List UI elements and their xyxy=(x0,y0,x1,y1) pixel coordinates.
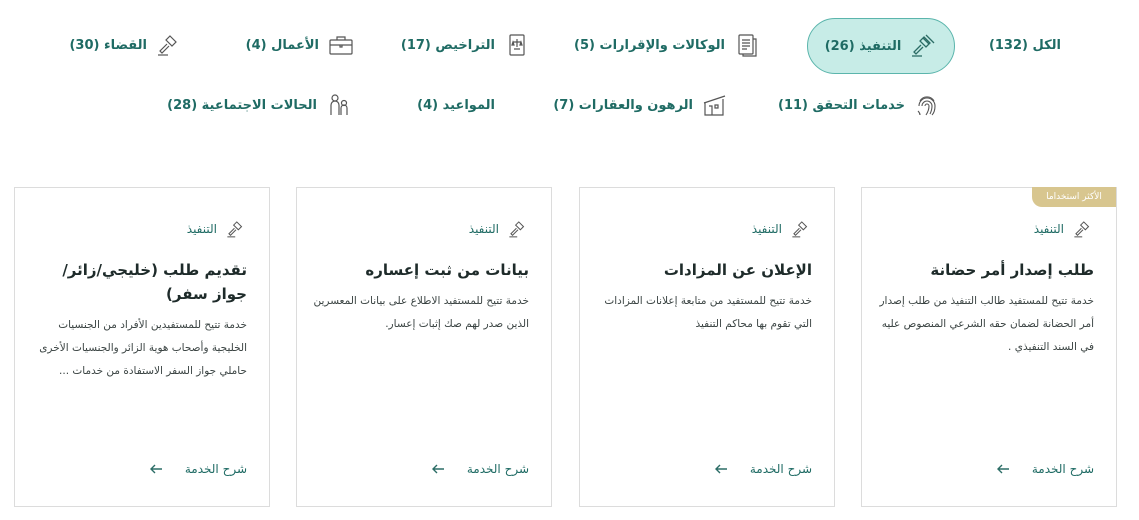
card-category-label: التنفيذ xyxy=(751,222,782,236)
filter-label: الكل (132) xyxy=(988,37,1061,53)
service-details-link[interactable]: شرح الخدمة xyxy=(996,462,1094,476)
filter-label: خدمات التحقق (11) xyxy=(778,97,905,113)
card-title: طلب إصدار أمر حضانة xyxy=(930,261,1094,279)
gavel-icon xyxy=(227,221,243,238)
fingerprint-icon xyxy=(913,91,941,119)
gavel-icon xyxy=(909,32,937,60)
filter-verification[interactable]: خدمات التحقق (11) xyxy=(778,78,941,132)
filter-agencies[interactable]: الوكالات والإقرارات (5) xyxy=(574,18,761,72)
card-title: الإعلان عن المزادات xyxy=(663,261,812,279)
service-details-label: شرح الخدمة xyxy=(184,462,247,476)
arrow-left-icon xyxy=(714,464,727,474)
filter-licenses[interactable]: التراخيص (17) xyxy=(401,18,531,72)
building-icon xyxy=(701,91,729,119)
gavel-icon xyxy=(1074,221,1090,238)
card-category: التنفيذ xyxy=(1034,218,1094,240)
filter-execution[interactable]: التنفيذ (26) xyxy=(807,18,955,74)
filter-label: الحالات الاجتماعية (28) xyxy=(167,97,317,113)
card-category: التنفيذ xyxy=(752,218,812,240)
filter-label: الوكالات والإقرارات (5) xyxy=(574,37,725,53)
card-description: خدمة تتيح للمستفيدين الأفراد من الجنسيات… xyxy=(39,319,247,377)
card-title: بيانات من ثبت إعساره xyxy=(365,261,529,279)
service-card[interactable]: الأكثر استخداما التنفيذ طلب إصدار أمر حض… xyxy=(861,187,1117,507)
gavel-icon xyxy=(792,221,808,238)
filter-label: القضاء (30) xyxy=(69,37,147,53)
family-icon xyxy=(325,91,353,119)
service-details-link[interactable]: شرح الخدمة xyxy=(149,462,247,476)
service-card[interactable]: التنفيذ تقديم طلب (خليجي/زائر/جواز سفر) … xyxy=(14,187,270,507)
filter-business[interactable]: الأعمال (4) xyxy=(246,18,355,72)
document-icon xyxy=(733,31,761,59)
filter-label: الرهون والعقارات (7) xyxy=(553,97,693,113)
card-description: خدمة تتيح للمستفيد الاطلاع على بيانات ال… xyxy=(313,295,529,330)
card-description: خدمة تتيح للمستفيد طالب التنفيذ من طلب إ… xyxy=(879,295,1094,353)
card-category-label: التنفيذ xyxy=(1033,222,1064,236)
card-category-label: التنفيذ xyxy=(186,222,217,236)
service-details-label: شرح الخدمة xyxy=(466,462,529,476)
gavel-icon xyxy=(155,31,183,59)
service-card[interactable]: التنفيذ بيانات من ثبت إعساره خدمة تتيح ل… xyxy=(296,187,552,507)
gavel-icon xyxy=(509,221,525,238)
card-category-label: التنفيذ xyxy=(468,222,499,236)
service-card[interactable]: التنفيذ الإعلان عن المزادات خدمة تتيح لل… xyxy=(579,187,835,507)
card-title: تقديم طلب (خليجي/زائر/جواز سفر) xyxy=(62,261,247,303)
card-category: التنفيذ xyxy=(187,218,247,240)
license-icon xyxy=(503,31,531,59)
most-used-badge: الأكثر استخداما xyxy=(1032,187,1116,207)
category-filters: الكل (132) التنفيذ (26) الوكالات والإقرا… xyxy=(0,0,1139,160)
arrow-left-icon xyxy=(149,464,162,474)
card-description: خدمة تتيح للمستفيد من متابعة إعلانات الم… xyxy=(604,295,812,330)
service-details-label: شرح الخدمة xyxy=(749,462,812,476)
filter-mortgages[interactable]: الرهون والعقارات (7) xyxy=(553,78,729,132)
filter-judiciary[interactable]: القضاء (30) xyxy=(69,18,183,72)
briefcase-icon xyxy=(327,31,355,59)
service-details-link[interactable]: شرح الخدمة xyxy=(714,462,812,476)
arrow-left-icon xyxy=(996,464,1009,474)
filter-label: التراخيص (17) xyxy=(400,37,495,53)
service-details-link[interactable]: شرح الخدمة xyxy=(431,462,529,476)
filter-all[interactable]: الكل (132) xyxy=(989,18,1061,72)
filter-label: المواعيد (4) xyxy=(417,97,495,113)
service-details-label: شرح الخدمة xyxy=(1031,462,1094,476)
filter-label: الأعمال (4) xyxy=(245,37,319,53)
filter-social[interactable]: الحالات الاجتماعية (28) xyxy=(167,78,353,132)
filter-appointments[interactable]: المواعيد (4) xyxy=(417,78,495,132)
filter-label: التنفيذ (26) xyxy=(824,38,902,54)
card-category: التنفيذ xyxy=(469,218,529,240)
arrow-left-icon xyxy=(431,464,444,474)
